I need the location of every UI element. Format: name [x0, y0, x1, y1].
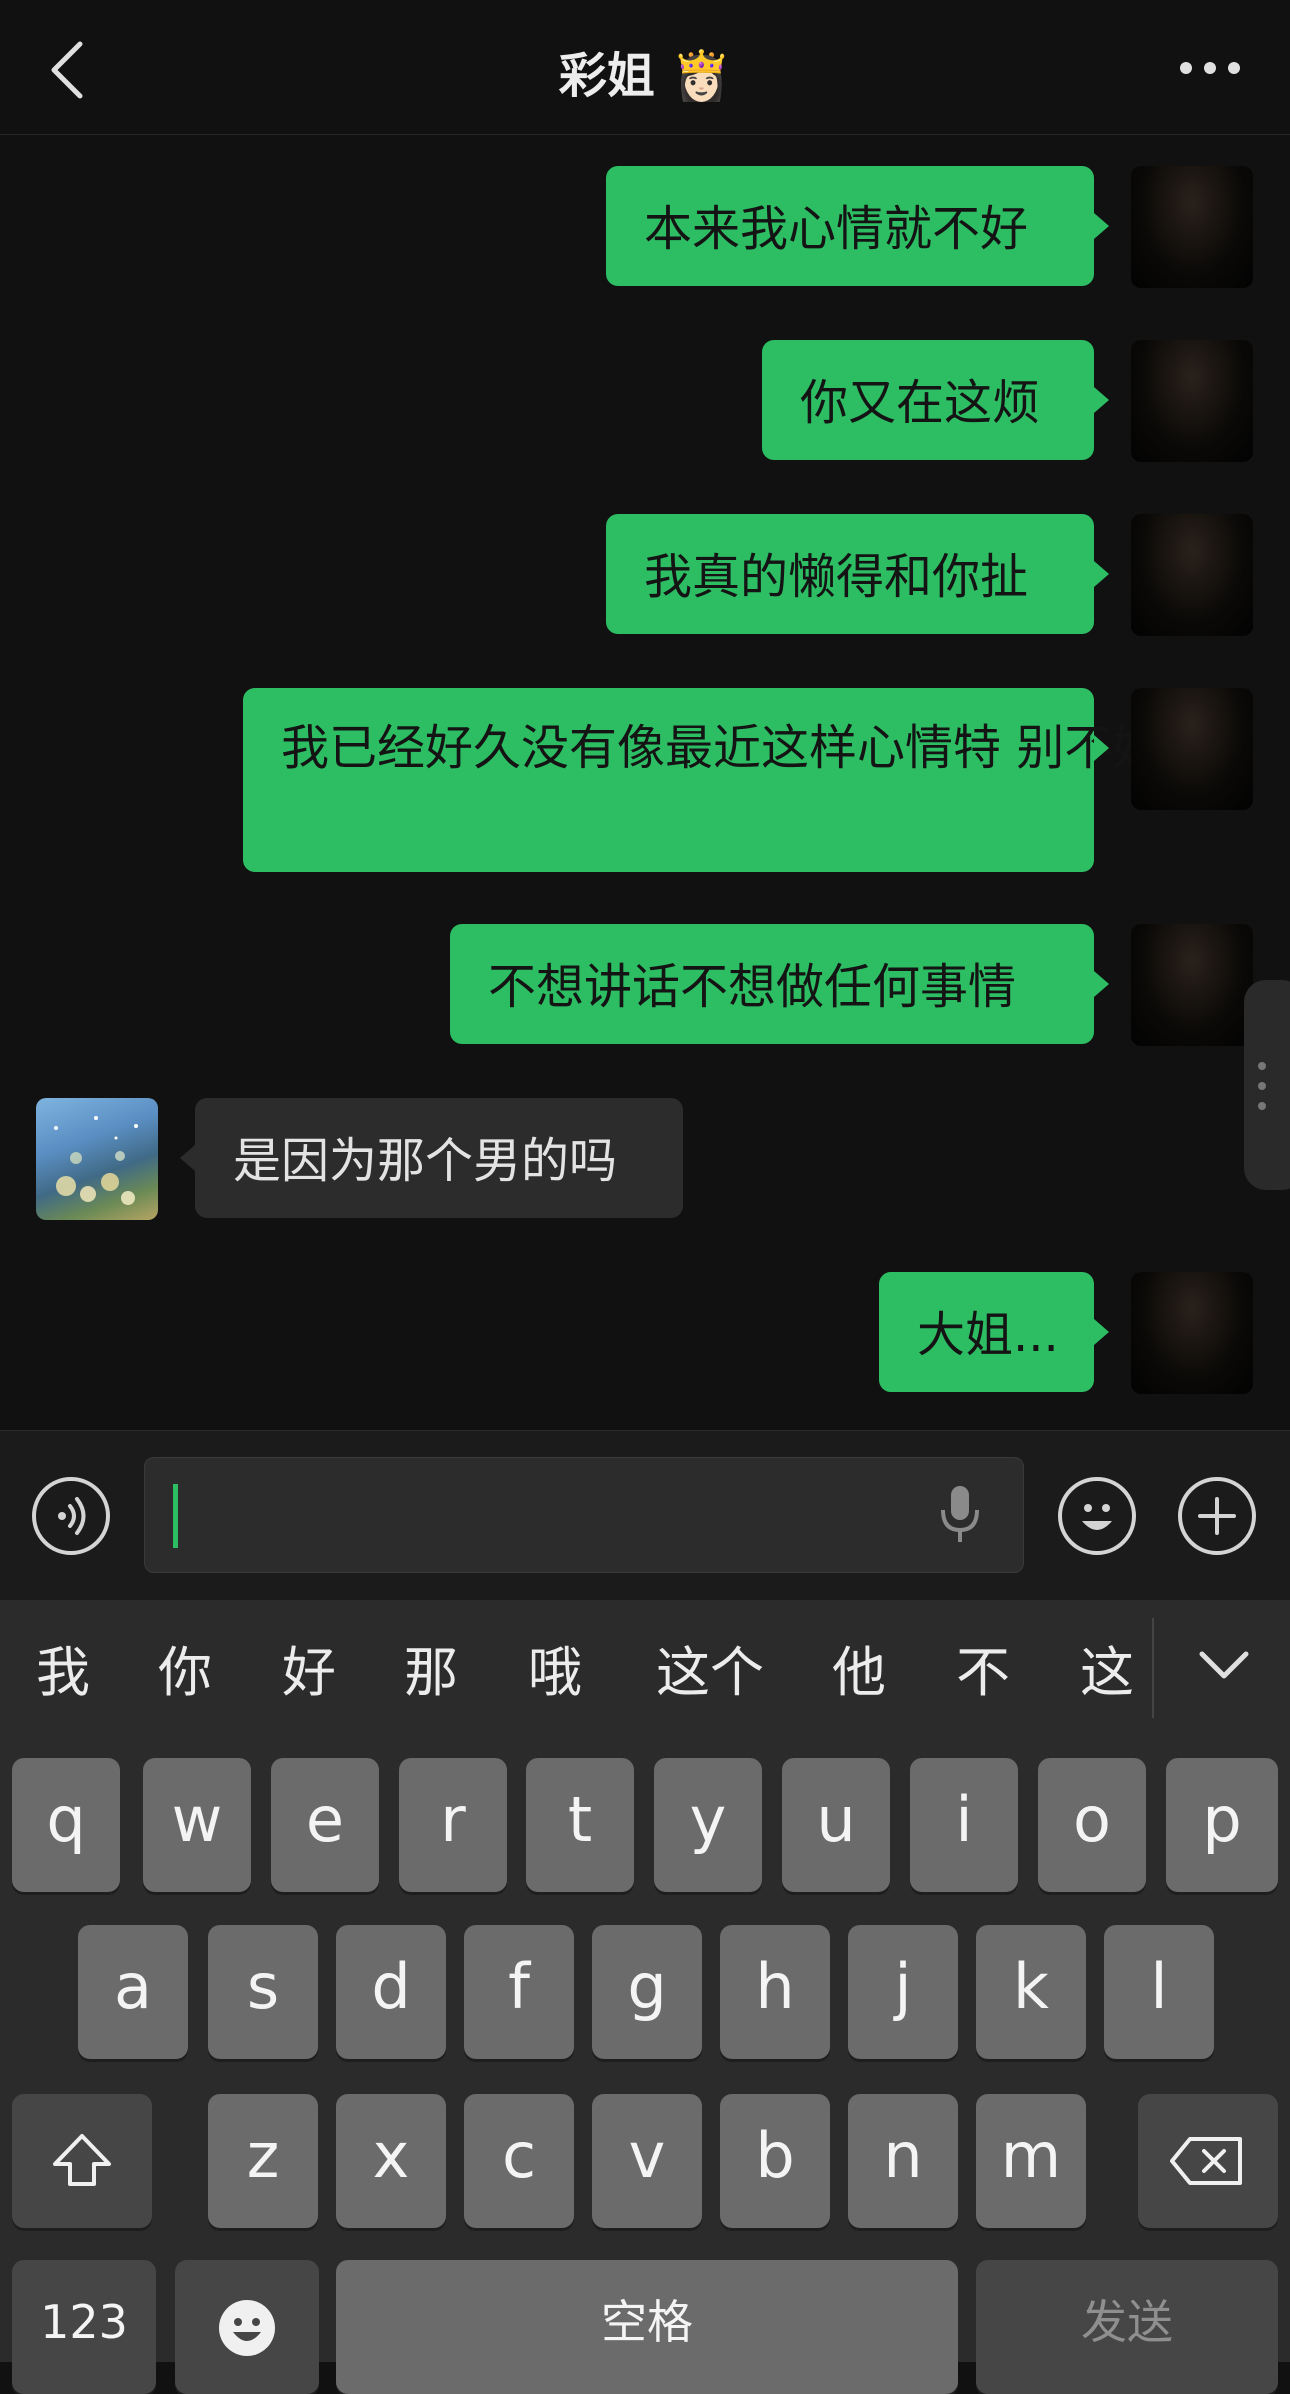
keyboard: 我 你 好 那 哦 这个 他 不 这 q w e r t y u i o p a… — [0, 1600, 1290, 2394]
emoji-keyboard-key[interactable] — [175, 2260, 319, 2394]
message-text: 是因为那个男的吗 — [233, 1133, 618, 1189]
key-a[interactable]: a — [78, 1925, 188, 2059]
emoji-face-icon — [219, 2300, 275, 2356]
message-bubble[interactable]: 我已经好久没有像最近这样心情特 别不好了 — [243, 688, 1208, 872]
candidate-separator — [1152, 1618, 1154, 1718]
message-bubble[interactable]: 本来我心情就不好 — [606, 166, 1094, 286]
key-t[interactable]: t — [526, 1758, 634, 1892]
input-bar — [0, 1430, 1290, 1601]
key-u[interactable]: u — [782, 1758, 890, 1892]
key-p[interactable]: p — [1166, 1758, 1278, 1892]
message-text-line: 我已经好久没有像最近这样心情特 — [281, 720, 1002, 776]
candidate-word[interactable]: 那 — [398, 1628, 464, 1707]
smiley-icon — [1082, 1504, 1112, 1530]
microphone-icon[interactable] — [935, 1480, 985, 1550]
more-functions-button[interactable] — [1178, 1477, 1256, 1555]
key-q[interactable]: q — [12, 1758, 120, 1892]
side-panel-handle[interactable] — [1244, 980, 1290, 1190]
space-key[interactable]: 空格 — [336, 2260, 958, 2394]
candidate-bar: 我 你 好 那 哦 这个 他 不 这 — [0, 1600, 1290, 1718]
plus-icon — [1198, 1497, 1236, 1535]
candidate-word[interactable]: 他 — [826, 1628, 892, 1707]
key-k[interactable]: k — [976, 1925, 1086, 2059]
message-text: 我真的懒得和你扯 — [644, 549, 1029, 605]
my-avatar[interactable] — [1131, 514, 1253, 636]
key-x[interactable]: x — [336, 2094, 446, 2228]
key-r[interactable]: r — [399, 1758, 507, 1892]
backspace-key[interactable] — [1138, 2094, 1278, 2228]
emoji-button[interactable] — [1058, 1477, 1136, 1555]
key-n[interactable]: n — [848, 2094, 958, 2228]
key-m[interactable]: m — [976, 2094, 1086, 2228]
candidate-word[interactable]: 哦 — [522, 1628, 588, 1707]
message-text: 不想讲话不想做任何事情 — [488, 959, 1017, 1015]
key-w[interactable]: w — [143, 1758, 251, 1892]
number-mode-key[interactable]: 123 — [12, 2260, 156, 2394]
key-e[interactable]: e — [271, 1758, 379, 1892]
candidate-word[interactable]: 这个 — [646, 1628, 774, 1707]
flower-image-icon — [54, 1116, 138, 1205]
candidate-word[interactable]: 我 — [30, 1628, 96, 1707]
message-text: 大姐... — [917, 1307, 1059, 1363]
chevron-down-icon[interactable] — [1194, 1646, 1254, 1686]
my-avatar[interactable] — [1131, 924, 1253, 1046]
candidate-word[interactable]: 不 — [950, 1628, 1016, 1707]
vertical-dots-icon — [1258, 1062, 1266, 1110]
message-bubble[interactable]: 我真的懒得和你扯 — [606, 514, 1094, 634]
key-j[interactable]: j — [848, 1925, 958, 2059]
send-key[interactable]: 发送 — [976, 2260, 1278, 2394]
my-avatar[interactable] — [1131, 688, 1253, 810]
message-text: 你又在这烦 — [800, 375, 1041, 431]
my-avatar[interactable] — [1131, 1272, 1253, 1394]
chat-title: 彩姐 👸🏻 — [558, 48, 732, 104]
message-bubble[interactable]: 是因为那个男的吗 — [195, 1098, 683, 1218]
text-cursor — [173, 1484, 178, 1548]
message-bubble[interactable]: 不想讲话不想做任何事情 — [450, 924, 1094, 1044]
shift-arrow-icon — [53, 2134, 111, 2186]
key-l[interactable]: l — [1104, 1925, 1214, 2059]
key-g[interactable]: g — [592, 1925, 702, 2059]
key-z[interactable]: z — [208, 2094, 318, 2228]
more-options-icon[interactable] — [1170, 36, 1250, 96]
key-f[interactable]: f — [464, 1925, 574, 2059]
message-bubble[interactable]: 你又在这烦 — [762, 340, 1094, 460]
message-bubble[interactable]: 大姐... — [879, 1272, 1094, 1392]
chat-header: 彩姐 👸🏻 — [0, 0, 1290, 135]
key-h[interactable]: h — [720, 1925, 830, 2059]
key-b[interactable]: b — [720, 2094, 830, 2228]
candidate-word[interactable]: 你 — [152, 1628, 218, 1707]
key-o[interactable]: o — [1038, 1758, 1146, 1892]
key-v[interactable]: v — [592, 2094, 702, 2228]
backspace-icon — [1170, 2137, 1242, 2185]
key-c[interactable]: c — [464, 2094, 574, 2228]
key-d[interactable]: d — [336, 1925, 446, 2059]
candidate-word[interactable]: 好 — [276, 1628, 342, 1707]
message-input[interactable] — [144, 1457, 1024, 1573]
my-avatar[interactable] — [1131, 340, 1253, 462]
candidate-word[interactable]: 这 — [1074, 1628, 1140, 1707]
message-text: 本来我心情就不好 — [644, 201, 1029, 257]
key-s[interactable]: s — [208, 1925, 318, 2059]
voice-wave-icon — [58, 1497, 86, 1535]
contact-avatar[interactable] — [36, 1098, 158, 1220]
key-y[interactable]: y — [654, 1758, 762, 1892]
shift-key[interactable] — [12, 2094, 152, 2228]
key-i[interactable]: i — [910, 1758, 1018, 1892]
my-avatar[interactable] — [1131, 166, 1253, 288]
voice-mode-button[interactable] — [32, 1477, 110, 1555]
